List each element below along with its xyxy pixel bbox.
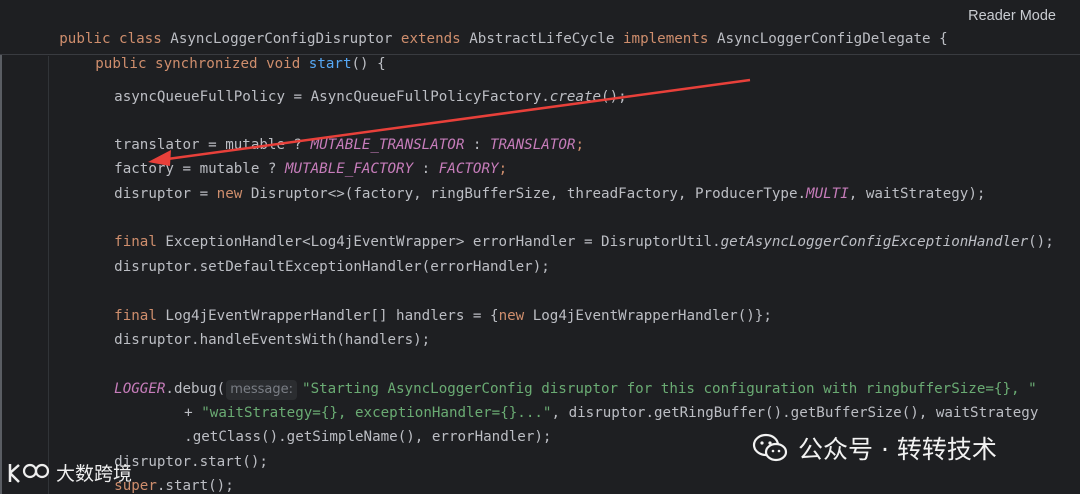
code-editor[interactable]: public class AsyncLoggerConfigDisruptor … <box>0 0 1080 494</box>
wechat-watermark: 公众号 · 转转技术 <box>752 430 997 466</box>
brand-logo-icon <box>8 463 50 483</box>
brand-watermark: 大数跨境 <box>6 459 132 486</box>
brand-name: 大数跨境 <box>56 463 133 485</box>
arrow-head <box>148 150 171 166</box>
arrow-shaft <box>159 78 751 162</box>
annotation-arrow <box>148 78 751 166</box>
wechat-icon <box>752 433 788 462</box>
wechat-account-name: 公众号 · 转转技术 <box>798 435 997 464</box>
